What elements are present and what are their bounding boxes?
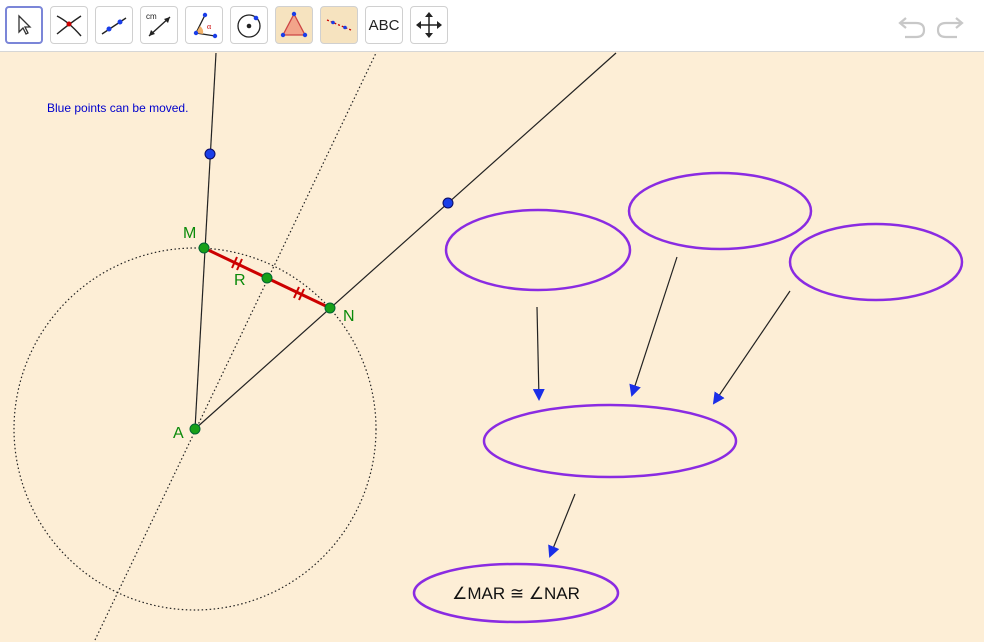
intersect-icon [56,15,82,37]
dotted-circle [13,247,377,611]
undo-button[interactable] [897,12,927,40]
ray-an [194,52,617,430]
toolbar: cm α ABC [0,0,984,52]
ray-am [194,52,217,430]
label-a: A [173,425,184,442]
flow-arrow-left [532,306,545,401]
reason-ellipse-middle[interactable] [627,171,813,251]
line-icon [101,17,127,35]
geometry-canvas: M R N A ∠MAR ≅ ∠NAR [13,52,964,641]
point-r [261,272,273,284]
undo-icon [898,17,926,39]
blue-point-right-ray[interactable] [442,197,454,209]
reflect-icon [326,19,352,31]
conclusion-ellipse[interactable] [482,403,738,479]
congruence-ticks-rn [293,286,305,301]
move-view-tool-button[interactable] [410,6,448,44]
point-m [198,242,210,254]
polygon-tool-button[interactable] [275,6,313,44]
redo-icon [936,17,964,39]
label-m: M [183,225,196,242]
point-tool-button[interactable] [50,6,88,44]
reason-ellipse-right[interactable] [788,222,964,302]
point-a [189,423,201,435]
instruction-note: Blue points can be moved. [47,101,189,115]
line-tool-button[interactable] [95,6,133,44]
cursor-icon [18,14,32,35]
svg-text:cm: cm [146,12,157,21]
move-arrows-icon [416,12,442,38]
move-tool-button[interactable] [5,6,43,44]
flow-arrow-to-result [548,493,576,558]
redo-button[interactable] [935,12,965,40]
measure-icon: cm [146,12,171,37]
segment-mn [203,246,331,310]
result-ellipse [412,562,620,624]
point-n [324,302,336,314]
result-statement: ∠MAR ≅ ∠NAR [452,584,580,603]
svg-text:α: α [207,22,212,31]
flow-arrow-middle [629,256,678,397]
blue-point-upper-ray[interactable] [204,148,216,160]
reason-ellipse-left[interactable] [444,208,632,292]
congruence-ticks-mr [231,256,243,271]
reflect-tool-button[interactable] [320,6,358,44]
angle-bisector-line [94,52,377,641]
angle-icon: α [193,12,218,39]
flow-arrow-right [712,290,791,405]
circle-icon [237,14,261,38]
text-tool-button[interactable]: ABC [365,6,403,44]
measure-tool-button[interactable]: cm [140,6,178,44]
angle-tool-button[interactable]: α [185,6,223,44]
triangle-icon [280,11,308,38]
text-tool-label: ABC [368,16,400,34]
label-r: R [234,272,246,289]
circle-tool-button[interactable] [230,6,268,44]
label-n: N [343,308,355,325]
